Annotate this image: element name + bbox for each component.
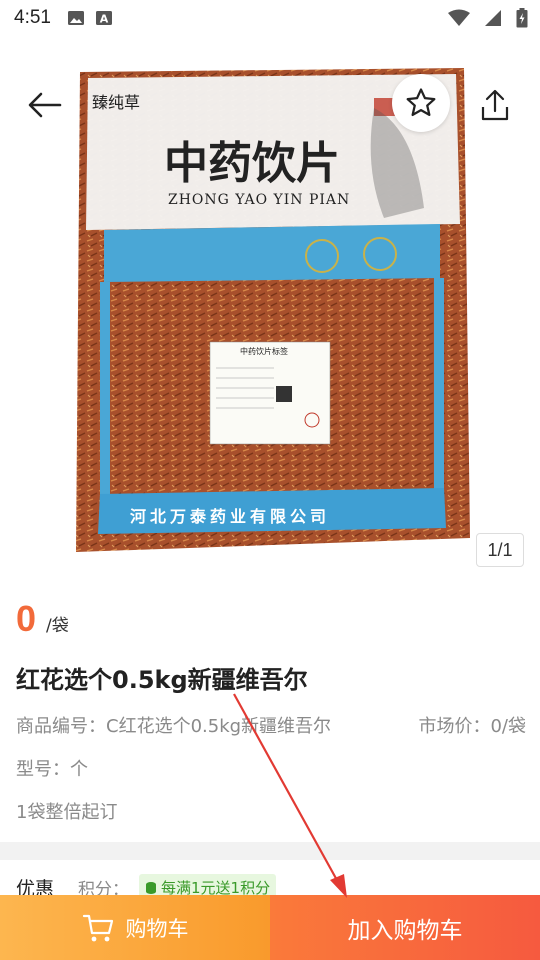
favorite-button[interactable]	[392, 74, 450, 132]
product-title: 红花选个0.5kg新疆维吾尔	[16, 666, 308, 694]
cart-button[interactable]: 购物车	[0, 895, 270, 960]
bag-label-title: 中药饮片标签	[240, 346, 288, 356]
status-time: 4:51	[14, 7, 51, 28]
product-code: 商品编号：C红花选个0.5kg新疆维吾尔	[16, 716, 332, 737]
wifi-icon	[448, 9, 470, 26]
bag-title-pinyin: ZHONG YAO YIN PIAN	[168, 192, 350, 208]
product-image-gallery[interactable]: 臻纯草 中药饮片 ZHONG YAO YIN PIAN 中药饮片标签 河北万泰药…	[0, 0, 540, 582]
svg-text:A: A	[100, 13, 109, 26]
add-to-cart-button[interactable]: 加入购物车	[270, 895, 540, 960]
product-price: 0	[16, 598, 37, 639]
battery-charging-icon	[516, 8, 528, 28]
image-icon	[67, 11, 84, 25]
star-outline-icon	[406, 88, 436, 117]
back-button[interactable]	[22, 82, 68, 128]
cell-signal-icon	[485, 10, 501, 26]
price-row: 0 /袋	[16, 598, 69, 640]
market-price: 市场价：0/袋	[418, 716, 526, 737]
status-bar: 4:51 A	[0, 0, 540, 36]
product-model: 型号：个	[16, 759, 88, 780]
product-model-row: 型号：个	[16, 755, 526, 781]
image-page-indicator: 1/1	[476, 533, 524, 567]
shopping-cart-icon	[82, 914, 113, 941]
product-moq-row: 1袋整倍起订	[16, 798, 526, 824]
product-code-row: 商品编号：C红花选个0.5kg新疆维吾尔 市场价：0/袋	[16, 712, 526, 738]
bag-title-cn: 中药饮片	[164, 138, 340, 189]
bag-brand-text: 臻纯草	[92, 93, 140, 112]
cart-button-label: 购物车	[125, 916, 189, 941]
share-button[interactable]	[470, 80, 520, 130]
price-unit: /袋	[46, 616, 69, 636]
product-detail-page: 臻纯草 中药饮片 ZHONG YAO YIN PIAN 中药饮片标签 河北万泰药…	[0, 0, 540, 960]
min-order-qty: 1袋整倍起订	[16, 802, 118, 823]
bottom-action-bar: 购物车 加入购物车	[0, 895, 540, 960]
add-to-cart-label: 加入购物车	[347, 917, 463, 944]
arrow-left-icon	[28, 92, 62, 118]
bag-manufacturer: 河北万泰药业有限公司	[130, 507, 330, 526]
share-icon	[481, 89, 509, 121]
a-letter-icon: A	[95, 11, 112, 26]
coins-icon	[146, 881, 157, 894]
section-divider	[0, 842, 540, 860]
product-bag-image: 臻纯草 中药饮片 ZHONG YAO YIN PIAN 中药饮片标签 河北万泰药…	[76, 68, 470, 552]
